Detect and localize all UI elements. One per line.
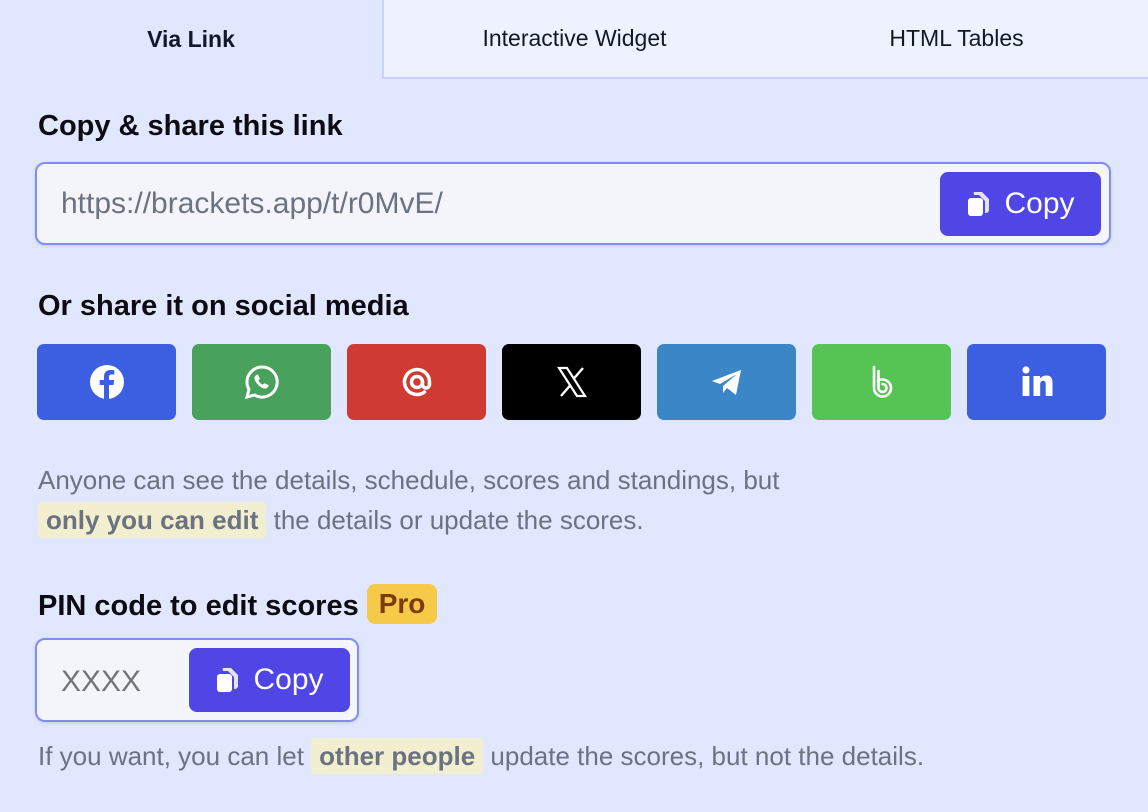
whatsapp-icon [244,365,279,400]
link-heading: Copy & share this link [38,110,343,142]
copy-icon [966,190,992,218]
pin-note-after: update the scores, but not the details. [490,741,925,771]
telegram-icon [711,370,741,395]
social-buttons [37,344,1109,420]
share-x-button[interactable] [502,344,641,420]
edit-highlight: only you can edit [38,502,267,538]
share-bluesky-button[interactable] [812,344,951,420]
pro-badge: Pro [366,584,438,624]
share-email-button[interactable] [347,344,486,420]
share-link-input[interactable] [61,182,921,226]
link-field-group: Copy [35,162,1111,245]
copy-pin-button[interactable]: Copy [189,648,350,712]
share-linkedin-button[interactable] [967,344,1106,420]
copy-link-button[interactable]: Copy [940,172,1101,236]
pin-heading-row: PIN code to edit scores Pro [38,584,438,624]
copy-link-label: Copy [1004,187,1075,220]
share-whatsapp-button[interactable] [192,344,331,420]
x-icon [556,366,587,398]
social-heading: Or share it on social media [38,290,409,322]
copy-icon [215,666,241,694]
tab-via-link[interactable]: Via Link [0,0,382,79]
visibility-note-line2: the details or update the scores. [273,505,644,535]
pin-field-group: Copy [35,638,359,722]
tab-bar: Via Link Interactive Widget HTML Tables [0,0,1148,79]
pin-note: If you want, you can let other people up… [38,736,924,776]
pin-heading: PIN code to edit scores [38,590,359,622]
tab-html-tables[interactable]: HTML Tables [765,0,1148,79]
share-facebook-button[interactable] [37,344,176,420]
linkedin-icon [1021,366,1052,396]
b-icon [872,365,892,398]
at-sign-icon [402,367,431,397]
visibility-note-line1: Anyone can see the details, schedule, sc… [38,465,780,495]
copy-pin-label: Copy [253,663,324,696]
share-telegram-button[interactable] [657,344,796,420]
other-people-highlight: other people [311,738,484,774]
visibility-note: Anyone can see the details, schedule, sc… [38,460,779,540]
facebook-icon [89,365,124,399]
pin-note-before: If you want, you can let [38,741,304,771]
pin-input[interactable] [61,660,181,704]
tab-interactive-widget[interactable]: Interactive Widget [382,0,765,79]
